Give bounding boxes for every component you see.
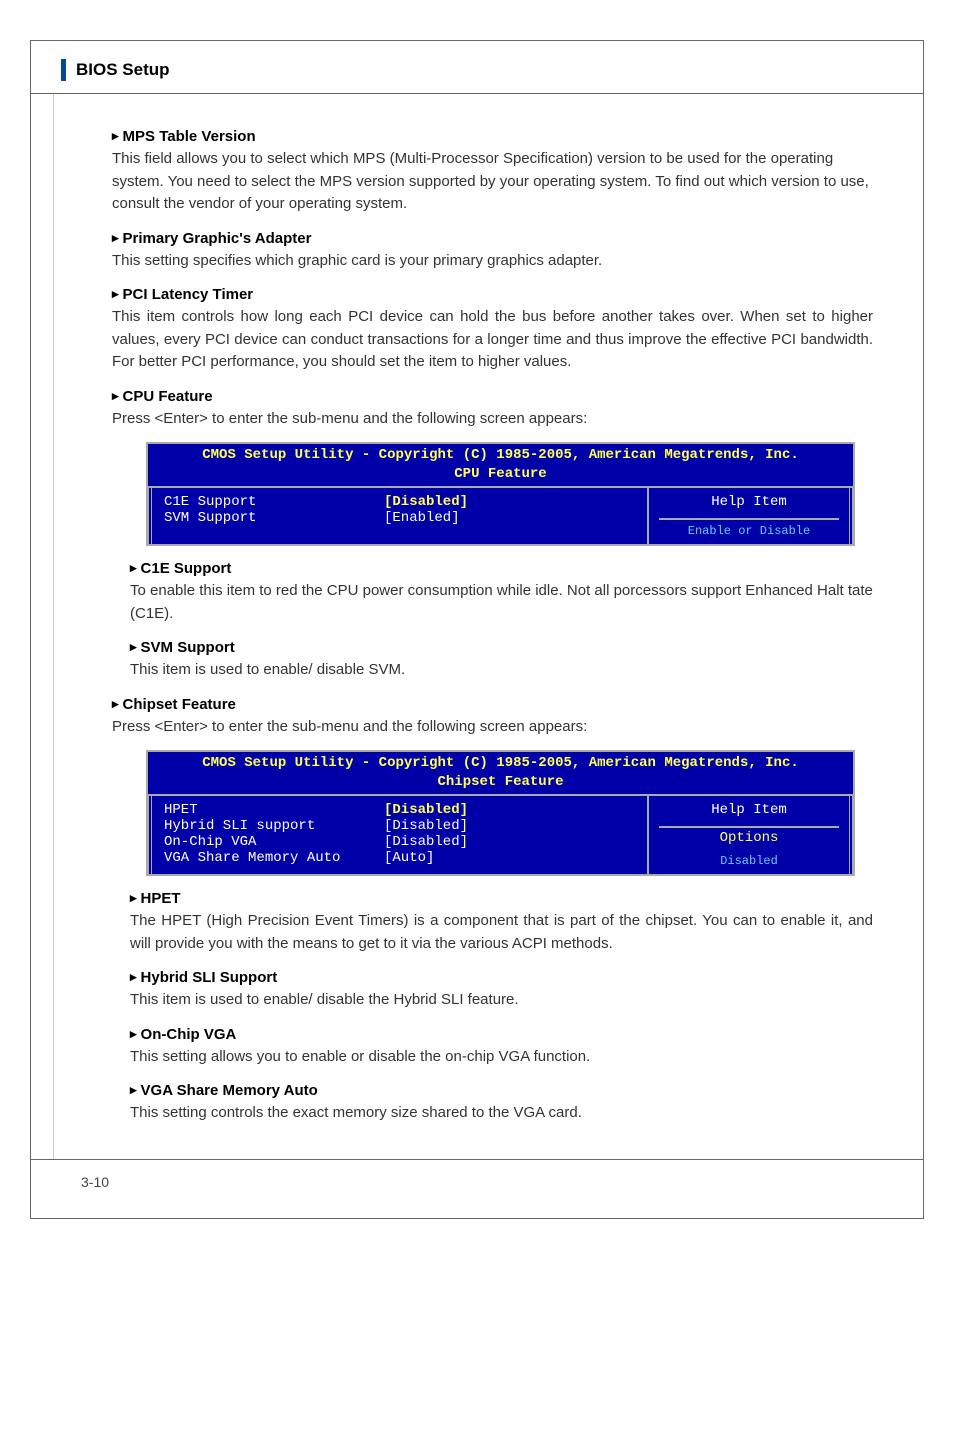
- bios-row-value: [Disabled]: [384, 494, 468, 510]
- bios-subtitle: Chipset Feature: [148, 774, 853, 794]
- arrow-icon: ▸: [112, 388, 119, 403]
- arrow-icon: ▸: [130, 969, 137, 984]
- bios-title: CMOS Setup Utility - Copyright (C) 1985-…: [148, 444, 853, 466]
- bios-columns: HPET [Disabled] Hybrid SLI support [Disa…: [148, 794, 853, 874]
- bios-row-label: Hybrid SLI support: [164, 818, 384, 834]
- heading-text: PCI Latency Timer: [123, 286, 254, 303]
- arrow-icon: ▸: [112, 696, 119, 711]
- heading-hybrid-sli: ▸ Hybrid SLI Support: [130, 969, 873, 986]
- bios-row-value: [Disabled]: [384, 818, 468, 834]
- chapter-title-text: BIOS Setup: [76, 60, 170, 80]
- bios-right-panel: Help Item Options Disabled: [649, 796, 853, 874]
- body-chipset: Press <Enter> to enter the sub-menu and …: [112, 716, 873, 739]
- heading-on-chip-vga: ▸ On-Chip VGA: [130, 1026, 873, 1043]
- bios-help-label: Help Item: [659, 802, 839, 818]
- bios-row: SVM Support [Enabled]: [164, 510, 637, 526]
- bios-row: C1E Support [Disabled]: [164, 494, 637, 510]
- bios-row-value: [Disabled]: [384, 834, 468, 850]
- bios-row-value: [Auto]: [384, 850, 434, 866]
- arrow-icon: ▸: [112, 230, 119, 245]
- bios-row-label: On-Chip VGA: [164, 834, 384, 850]
- arrow-icon: ▸: [112, 286, 119, 301]
- chapter-header: BIOS Setup: [31, 41, 923, 94]
- heading-text: CPU Feature: [123, 388, 213, 405]
- bios-row-label: VGA Share Memory Auto: [164, 850, 384, 866]
- bios-row-label: C1E Support: [164, 494, 384, 510]
- arrow-icon: ▸: [130, 1082, 137, 1097]
- bios-screenshot-chipset: CMOS Setup Utility - Copyright (C) 1985-…: [146, 750, 855, 876]
- bios-row-value: [Enabled]: [384, 510, 460, 526]
- heading-chipset: ▸ Chipset Feature: [112, 696, 873, 713]
- heading-text: MPS Table Version: [123, 128, 256, 145]
- body-vga-share: This setting controls the exact memory s…: [130, 1102, 873, 1125]
- page-content: ▸ MPS Table Version This field allows you…: [53, 94, 923, 1159]
- heading-vga-share: ▸ VGA Share Memory Auto: [130, 1082, 873, 1099]
- body-hpet: The HPET (High Precision Event Timers) i…: [130, 910, 873, 955]
- bios-row: HPET [Disabled]: [164, 802, 637, 818]
- page-number: 3-10: [31, 1159, 923, 1218]
- heading-mps: ▸ MPS Table Version: [112, 128, 873, 145]
- bios-right-panel: Help Item Enable or Disable: [649, 488, 853, 544]
- body-pci-latency: This item controls how long each PCI dev…: [112, 306, 873, 374]
- body-mps: This field allows you to select which MP…: [112, 148, 873, 216]
- bios-row-label: HPET: [164, 802, 384, 818]
- arrow-icon: ▸: [112, 128, 119, 143]
- body-c1e: To enable this item to red the CPU power…: [130, 580, 873, 625]
- heading-c1e: ▸ C1E Support: [130, 560, 873, 577]
- body-svm: This item is used to enable/ disable SVM…: [130, 659, 873, 682]
- arrow-icon: ▸: [130, 639, 137, 654]
- heading-text: HPET: [141, 890, 181, 907]
- body-primary-graphic: This setting specifies which graphic car…: [112, 250, 873, 273]
- heading-text: Chipset Feature: [123, 696, 236, 713]
- body-hybrid-sli: This item is used to enable/ disable the…: [130, 989, 873, 1012]
- bios-row: Hybrid SLI support [Disabled]: [164, 818, 637, 834]
- bios-columns: C1E Support [Disabled] SVM Support [Enab…: [148, 486, 853, 544]
- bios-row-label: SVM Support: [164, 510, 384, 526]
- heading-pci-latency: ▸ PCI Latency Timer: [112, 286, 873, 303]
- heading-hpet: ▸ HPET: [130, 890, 873, 907]
- bios-partial-text: Disabled: [659, 848, 839, 868]
- arrow-icon: ▸: [130, 560, 137, 575]
- heading-primary-graphic: ▸ Primary Graphic's Adapter: [112, 230, 873, 247]
- heading-text: Hybrid SLI Support: [141, 969, 278, 986]
- arrow-icon: ▸: [130, 890, 137, 905]
- bios-partial-text: Enable or Disable: [659, 518, 839, 538]
- arrow-icon: ▸: [130, 1026, 137, 1041]
- bios-options-label: Options: [659, 826, 839, 848]
- heading-text: SVM Support: [141, 639, 235, 656]
- bios-left-panel: C1E Support [Disabled] SVM Support [Enab…: [148, 488, 649, 544]
- heading-cpu-feature: ▸ CPU Feature: [112, 388, 873, 405]
- bios-row: VGA Share Memory Auto [Auto]: [164, 850, 637, 866]
- document-page: BIOS Setup ▸ MPS Table Version This field…: [30, 40, 924, 1219]
- bios-subtitle: CPU Feature: [148, 466, 853, 486]
- bios-help-label: Help Item: [659, 494, 839, 510]
- body-on-chip-vga: This setting allows you to enable or dis…: [130, 1046, 873, 1069]
- heading-text: VGA Share Memory Auto: [141, 1082, 318, 1099]
- bios-title: CMOS Setup Utility - Copyright (C) 1985-…: [148, 752, 853, 774]
- body-cpu-feature: Press <Enter> to enter the sub-menu and …: [112, 408, 873, 431]
- heading-text: On-Chip VGA: [141, 1026, 237, 1043]
- heading-text: C1E Support: [141, 560, 232, 577]
- side-marker-icon: [61, 59, 66, 81]
- heading-svm: ▸ SVM Support: [130, 639, 873, 656]
- heading-text: Primary Graphic's Adapter: [123, 230, 312, 247]
- bios-screenshot-cpu: CMOS Setup Utility - Copyright (C) 1985-…: [146, 442, 855, 546]
- bios-row-value: [Disabled]: [384, 802, 468, 818]
- chapter-title: BIOS Setup: [61, 59, 893, 81]
- bios-row: On-Chip VGA [Disabled]: [164, 834, 637, 850]
- bios-left-panel: HPET [Disabled] Hybrid SLI support [Disa…: [148, 796, 649, 874]
